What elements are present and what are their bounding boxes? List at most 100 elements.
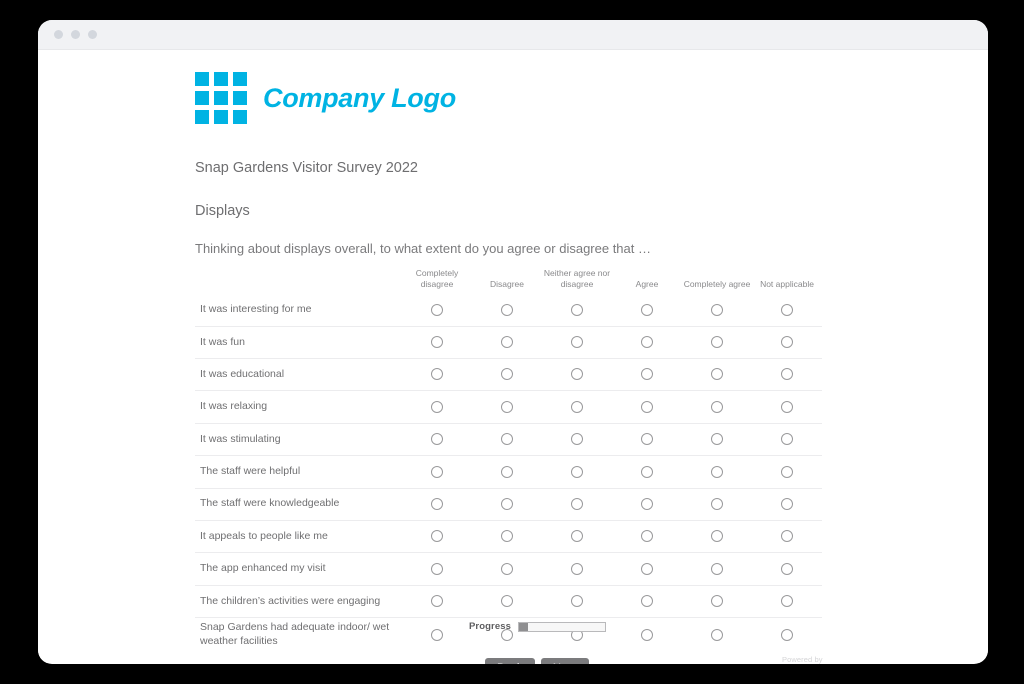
radio-button-icon[interactable]	[781, 400, 793, 413]
radio-cell[interactable]	[402, 552, 472, 586]
radio-button-icon[interactable]	[711, 562, 723, 575]
radio-button-icon[interactable]	[781, 595, 793, 608]
radio-cell[interactable]	[682, 294, 752, 326]
radio-cell[interactable]	[682, 552, 752, 586]
radio-cell[interactable]	[542, 294, 612, 326]
radio-button-icon[interactable]	[571, 303, 583, 316]
radio-cell[interactable]	[402, 487, 472, 521]
radio-cell[interactable]	[542, 422, 612, 456]
radio-button-icon[interactable]	[781, 530, 793, 543]
radio-button-icon[interactable]	[711, 530, 723, 543]
radio-cell[interactable]	[402, 455, 472, 489]
radio-button-icon[interactable]	[501, 595, 513, 608]
radio-button-icon[interactable]	[641, 465, 653, 478]
radio-button-icon[interactable]	[711, 595, 723, 608]
radio-cell[interactable]	[752, 584, 822, 618]
radio-cell[interactable]	[682, 325, 752, 359]
radio-button-icon[interactable]	[781, 433, 793, 446]
radio-button-icon[interactable]	[431, 465, 443, 478]
radio-cell[interactable]	[402, 422, 472, 456]
radio-button-icon[interactable]	[711, 465, 723, 478]
radio-button-icon[interactable]	[641, 400, 653, 413]
radio-button-icon[interactable]	[431, 595, 443, 608]
radio-button-icon[interactable]	[501, 303, 513, 316]
radio-cell[interactable]	[612, 584, 682, 618]
radio-cell[interactable]	[472, 584, 542, 618]
radio-cell[interactable]	[752, 519, 822, 553]
radio-button-icon[interactable]	[711, 433, 723, 446]
radio-cell[interactable]	[402, 519, 472, 553]
back-button[interactable]: Back	[485, 658, 535, 664]
radio-cell[interactable]	[542, 390, 612, 424]
radio-button-icon[interactable]	[641, 433, 653, 446]
radio-button-icon[interactable]	[431, 530, 443, 543]
radio-cell[interactable]	[682, 455, 752, 489]
radio-cell[interactable]	[682, 390, 752, 424]
radio-cell[interactable]	[612, 358, 682, 391]
radio-button-icon[interactable]	[501, 336, 513, 349]
radio-button-icon[interactable]	[781, 628, 793, 641]
radio-button-icon[interactable]	[431, 562, 443, 575]
radio-button-icon[interactable]	[431, 368, 443, 381]
radio-button-icon[interactable]	[501, 465, 513, 478]
radio-button-icon[interactable]	[781, 562, 793, 575]
radio-cell[interactable]	[612, 294, 682, 326]
radio-cell[interactable]	[612, 390, 682, 424]
radio-cell[interactable]	[472, 294, 542, 326]
radio-button-icon[interactable]	[571, 465, 583, 478]
radio-button-icon[interactable]	[571, 368, 583, 381]
radio-button-icon[interactable]	[571, 336, 583, 349]
radio-cell[interactable]	[752, 487, 822, 521]
radio-button-icon[interactable]	[641, 562, 653, 575]
radio-button-icon[interactable]	[571, 433, 583, 446]
radio-button-icon[interactable]	[641, 368, 653, 381]
radio-cell[interactable]	[682, 358, 752, 391]
radio-button-icon[interactable]	[431, 628, 443, 641]
radio-cell[interactable]	[542, 584, 612, 618]
radio-cell[interactable]	[752, 325, 822, 359]
radio-cell[interactable]	[472, 487, 542, 521]
radio-button-icon[interactable]	[711, 303, 723, 316]
window-minimize-dot[interactable]	[71, 30, 80, 39]
radio-cell[interactable]	[542, 487, 612, 521]
radio-cell[interactable]	[682, 584, 752, 618]
radio-cell[interactable]	[682, 617, 752, 652]
radio-cell[interactable]	[612, 519, 682, 553]
radio-cell[interactable]	[472, 422, 542, 456]
radio-cell[interactable]	[402, 390, 472, 424]
radio-cell[interactable]	[752, 294, 822, 326]
radio-cell[interactable]	[472, 455, 542, 489]
radio-cell[interactable]	[752, 422, 822, 456]
radio-button-icon[interactable]	[431, 336, 443, 349]
radio-button-icon[interactable]	[501, 498, 513, 511]
radio-cell[interactable]	[542, 358, 612, 391]
radio-cell[interactable]	[542, 519, 612, 553]
radio-button-icon[interactable]	[641, 303, 653, 316]
radio-button-icon[interactable]	[711, 400, 723, 413]
radio-button-icon[interactable]	[501, 562, 513, 575]
radio-button-icon[interactable]	[781, 368, 793, 381]
radio-button-icon[interactable]	[781, 303, 793, 316]
radio-button-icon[interactable]	[711, 498, 723, 511]
radio-cell[interactable]	[612, 487, 682, 521]
next-button[interactable]: Next	[540, 658, 589, 664]
radio-button-icon[interactable]	[781, 465, 793, 478]
radio-cell[interactable]	[472, 358, 542, 391]
radio-button-icon[interactable]	[641, 628, 653, 641]
radio-cell[interactable]	[472, 519, 542, 553]
radio-cell[interactable]	[752, 358, 822, 391]
radio-button-icon[interactable]	[431, 400, 443, 413]
radio-button-icon[interactable]	[431, 433, 443, 446]
radio-button-icon[interactable]	[571, 595, 583, 608]
radio-cell[interactable]	[402, 617, 472, 652]
radio-button-icon[interactable]	[641, 595, 653, 608]
radio-cell[interactable]	[752, 552, 822, 586]
radio-button-icon[interactable]	[501, 400, 513, 413]
radio-button-icon[interactable]	[711, 336, 723, 349]
window-close-dot[interactable]	[54, 30, 63, 39]
radio-button-icon[interactable]	[431, 498, 443, 511]
radio-cell[interactable]	[612, 422, 682, 456]
radio-cell[interactable]	[402, 325, 472, 359]
radio-button-icon[interactable]	[781, 336, 793, 349]
radio-button-icon[interactable]	[641, 498, 653, 511]
